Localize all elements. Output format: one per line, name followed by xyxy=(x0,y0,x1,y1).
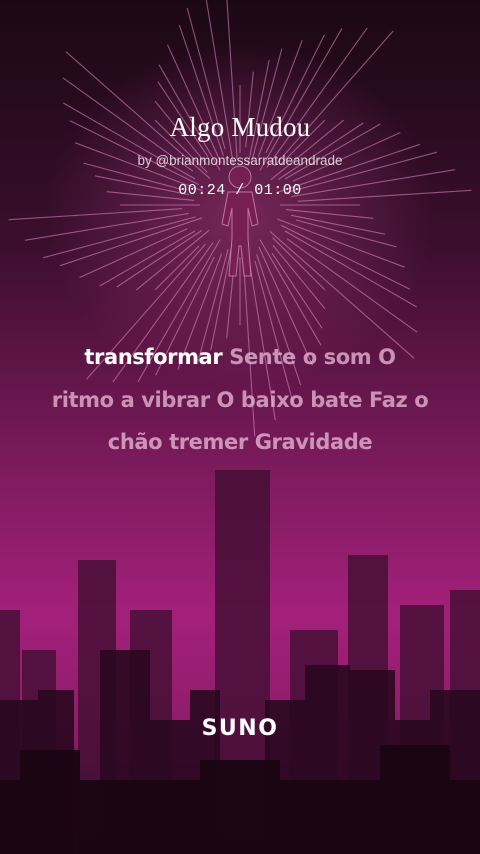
ray-line xyxy=(271,252,323,329)
ray-line xyxy=(154,245,200,291)
ray-line xyxy=(8,208,183,221)
ray-line xyxy=(42,216,196,259)
ray-line xyxy=(272,237,326,291)
ray-line xyxy=(277,218,405,268)
city-skyline xyxy=(0,470,480,854)
lyric-active-word: transformar xyxy=(84,345,223,369)
ray-line xyxy=(272,244,326,310)
playback-time: 00:24 / 01:00 xyxy=(178,182,302,199)
ray-line xyxy=(59,217,203,267)
lyrics-panel: transformar Sente o som O ritmo a vibrar… xyxy=(50,336,430,464)
song-header: Algo Mudou by @brianmontessarratdeandrad… xyxy=(0,112,480,199)
ray-line xyxy=(116,230,203,288)
song-author: by @brianmontessarratdeandrade xyxy=(137,153,343,168)
ray-line xyxy=(210,244,233,351)
song-title: Algo Mudou xyxy=(169,112,311,142)
suno-logo: SUNO xyxy=(201,716,279,741)
